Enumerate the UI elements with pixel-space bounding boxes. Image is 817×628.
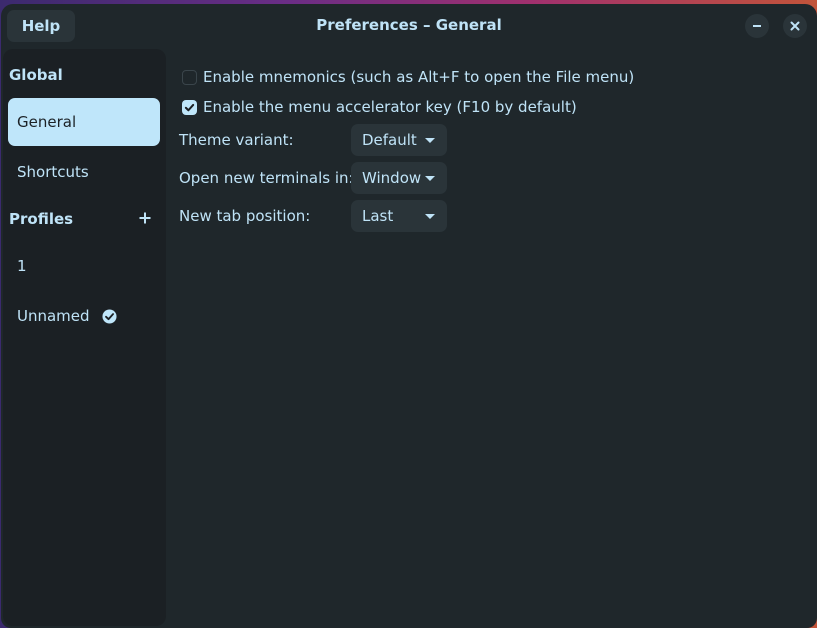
new-tab-position-label: New tab position: xyxy=(179,207,311,225)
theme-variant-row: Theme variant: Default xyxy=(179,124,449,156)
sidebar-item-label: Shortcuts xyxy=(17,163,89,181)
sidebar-item-general[interactable]: General xyxy=(8,98,160,146)
sidebar-heading-profiles: Profiles xyxy=(9,210,74,228)
theme-variant-value: Default xyxy=(362,131,417,149)
theme-variant-label: Theme variant: xyxy=(179,131,294,149)
sidebar-item-profile-unnamed[interactable]: Unnamed xyxy=(8,292,160,340)
mnemonics-checkbox[interactable] xyxy=(182,69,197,85)
new-terminals-dropdown[interactable]: Window xyxy=(351,162,447,194)
sidebar-item-shortcuts[interactable]: Shortcuts xyxy=(8,148,160,196)
close-icon xyxy=(790,21,800,31)
accelerator-label: Enable the menu accelerator key (F10 by … xyxy=(203,98,577,116)
titlebar: Help Preferences – General xyxy=(1,4,817,48)
new-tab-position-row: New tab position: Last xyxy=(179,200,449,232)
chevron-down-icon xyxy=(425,214,435,219)
mnemonics-label: Enable mnemonics (such as Alt+F to open … xyxy=(203,68,635,86)
chevron-down-icon xyxy=(425,138,435,143)
sidebar: Global General Shortcuts Profiles 1 Unna… xyxy=(3,49,166,626)
new-tab-position-value: Last xyxy=(362,207,394,225)
window-title: Preferences – General xyxy=(316,16,502,34)
checkmark-icon xyxy=(184,103,195,111)
new-tab-position-dropdown[interactable]: Last xyxy=(351,200,447,232)
general-settings-panel: Enable mnemonics (such as Alt+F to open … xyxy=(166,48,817,628)
accelerator-checkbox[interactable] xyxy=(182,99,197,115)
sidebar-item-profile-1[interactable]: 1 xyxy=(8,242,160,290)
check-circle-icon xyxy=(102,308,117,324)
preferences-window: Help Preferences – General Global Genera… xyxy=(1,4,817,628)
close-button[interactable] xyxy=(783,14,807,38)
new-terminals-label: Open new terminals in: xyxy=(179,169,354,187)
minimize-button[interactable] xyxy=(745,14,769,38)
sidebar-heading-global: Global xyxy=(9,66,63,84)
minimize-icon xyxy=(753,25,761,27)
plus-icon xyxy=(139,212,151,224)
mnemonics-option[interactable]: Enable mnemonics (such as Alt+F to open … xyxy=(182,68,634,86)
default-profile-badge xyxy=(102,308,117,324)
chevron-down-icon xyxy=(425,176,435,181)
sidebar-item-label: 1 xyxy=(17,257,27,275)
sidebar-item-label: General xyxy=(17,113,77,131)
new-terminals-value: Window xyxy=(362,169,422,187)
sidebar-item-label: Unnamed xyxy=(17,307,90,325)
add-profile-button[interactable] xyxy=(136,209,154,227)
new-terminals-row: Open new terminals in: Window xyxy=(179,162,449,194)
accelerator-option[interactable]: Enable the menu accelerator key (F10 by … xyxy=(182,98,577,116)
theme-variant-dropdown[interactable]: Default xyxy=(351,124,447,156)
